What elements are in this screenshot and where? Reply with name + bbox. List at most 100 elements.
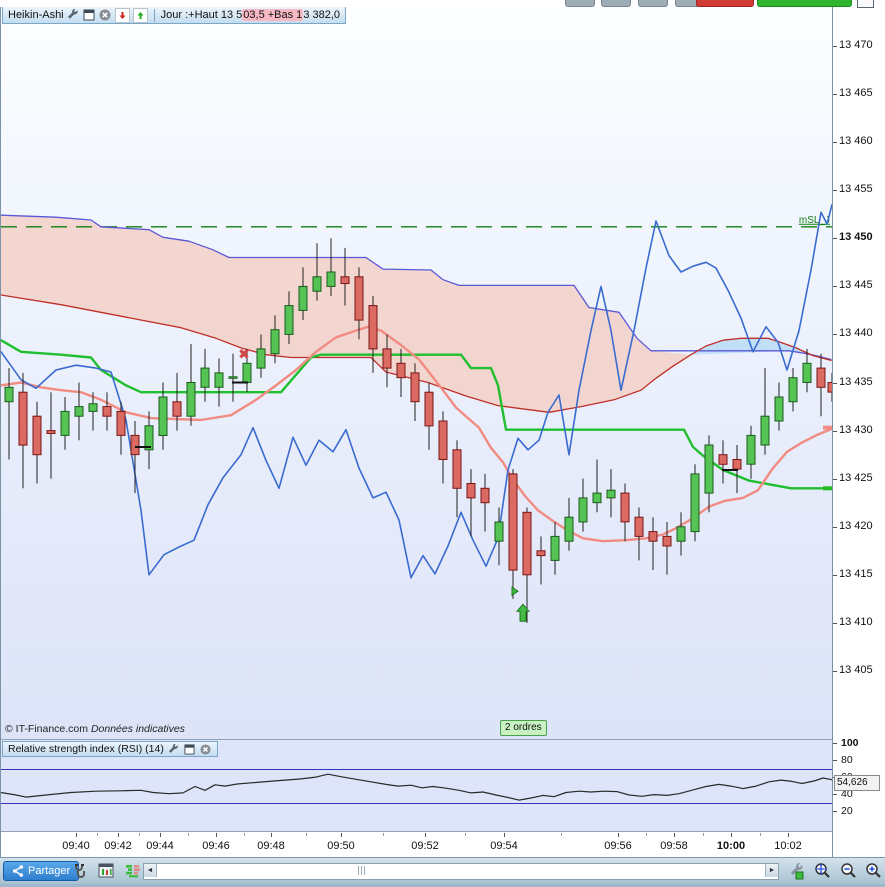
horizontal-scrollbar[interactable]: ◄ ► (143, 863, 779, 880)
time-axis-label: 09:42 (104, 840, 132, 852)
candle-body (60, 410, 70, 436)
candle-body (228, 376, 238, 379)
price-axis-label: 13 460 (839, 135, 873, 147)
price-chart-pane[interactable]: mSL_J ✖ Heikin-Ashi Jour :+Haut 13 503,5 … (1, 5, 832, 739)
copyright-note: © IT-Finance.com Données indicatives (5, 723, 185, 735)
time-axis-label: 09:52 (411, 840, 439, 852)
price-tick (833, 142, 837, 143)
candle-body (718, 454, 728, 465)
candle-body (578, 497, 588, 523)
candle-body (592, 492, 602, 504)
close-icon[interactable] (99, 9, 112, 22)
price-tick (833, 383, 837, 384)
candle-body (410, 372, 420, 403)
sell-arrow-icon[interactable] (114, 7, 130, 23)
time-minor-tick (703, 833, 704, 836)
scrollbar-grip[interactable] (356, 866, 366, 875)
candle-body (242, 362, 252, 383)
candle-body (466, 483, 476, 499)
candle-body (32, 415, 42, 456)
candle-body (326, 271, 336, 287)
time-tick (271, 833, 272, 837)
candle-body (802, 362, 812, 383)
share-button[interactable]: Partager (3, 861, 80, 881)
candle-body (494, 521, 504, 542)
price-tick (833, 623, 837, 624)
scroll-right-button[interactable]: ► (764, 864, 778, 877)
order-book-button[interactable] (123, 862, 143, 880)
rsi-axis-label: 20 (841, 805, 853, 817)
candle-body (116, 410, 126, 436)
indicator-label: Heikin-Ashi (8, 9, 64, 21)
candle-body (354, 276, 364, 321)
candle-body (648, 531, 658, 542)
time-axis-label: 09:56 (604, 840, 632, 852)
daily-range-info: Jour :+Haut 13 503,5 +Bas 13 382,0 (160, 9, 341, 21)
buy-arrow-icon[interactable] (132, 7, 148, 23)
rsi-tick (833, 743, 837, 744)
candle-body (788, 377, 798, 403)
price-axis-label: 13 440 (839, 327, 873, 339)
time-axis[interactable]: 09:40 09:42 09:44 09:46 09:48 09:50 09:52 09:54… (1, 831, 832, 857)
candle-body (284, 305, 294, 335)
candle-body (774, 396, 784, 422)
price-chart-canvas[interactable]: mSL_J✖ (1, 5, 832, 739)
price-axis-label: 13 450 (839, 231, 873, 243)
candle-body (606, 489, 616, 499)
value-axis-column[interactable]: 13 470 13 465 13 460 13 455 13 450 13 445 13 4… (833, 0, 885, 857)
time-axis-label: 09:40 (62, 840, 90, 852)
time-tick (674, 833, 675, 837)
scroll-left-button[interactable]: ◄ (144, 864, 157, 877)
top-gray-button-3[interactable] (638, 0, 668, 7)
buy-button[interactable] (757, 0, 852, 7)
time-axis-label: 09:54 (490, 840, 518, 852)
zoom-fit-button[interactable] (812, 862, 832, 880)
mini-window-button[interactable] (857, 0, 874, 8)
rsi-axis-label: 40 (841, 788, 853, 800)
price-tick (833, 431, 837, 432)
time-axis-label: 09:44 (146, 840, 174, 852)
entry-triangle-marker (511, 586, 519, 597)
candle-body (214, 372, 224, 388)
time-minor-tick (139, 833, 140, 836)
rsi-pane[interactable]: Relative strength index (RSI) (14) (1, 739, 832, 831)
time-tick (341, 833, 342, 837)
window-icon[interactable] (183, 743, 196, 756)
wrench-icon[interactable] (167, 743, 180, 756)
candle-body (508, 473, 518, 571)
zoom-in-button[interactable] (863, 862, 883, 880)
candle-body (396, 362, 406, 379)
chart-window: mSL_J ✖ Heikin-Ashi Jour :+Haut 13 503,5 … (0, 4, 833, 857)
top-gray-button-1[interactable] (565, 0, 595, 7)
window-icon[interactable] (83, 9, 96, 22)
candle-body (18, 391, 28, 446)
bottom-toolbar: Partager ◄ ► (0, 857, 885, 885)
candle-body (564, 516, 574, 542)
price-tick (833, 479, 837, 480)
zoom-settings-button[interactable] (786, 862, 806, 880)
candle-body (704, 444, 714, 494)
chart-settings-button[interactable] (96, 862, 116, 880)
price-tick (833, 527, 837, 528)
sell-button[interactable] (696, 0, 754, 7)
time-minor-tick (760, 833, 761, 836)
chip-separator (153, 8, 155, 22)
time-minor-tick (244, 833, 245, 836)
zoom-out-button[interactable] (838, 862, 858, 880)
candle-body (550, 535, 560, 561)
orders-badge[interactable]: 2 ordres (500, 720, 547, 736)
price-tick (833, 46, 837, 47)
price-axis-label: 13 420 (839, 520, 873, 532)
time-axis-label: 10:02 (774, 840, 802, 852)
time-tick (788, 833, 789, 837)
rsi-value-box: 54,626 (834, 775, 880, 791)
magnet-snap-button[interactable] (70, 862, 90, 880)
time-minor-tick (383, 833, 384, 836)
close-icon[interactable] (199, 743, 212, 756)
top-gray-button-2[interactable] (601, 0, 631, 7)
candle-body (340, 276, 350, 284)
time-axis-label: 10:00 (716, 840, 746, 852)
price-axis-label: 13 435 (839, 376, 873, 388)
wrench-icon[interactable] (67, 9, 80, 22)
rsi-tick (833, 777, 837, 778)
